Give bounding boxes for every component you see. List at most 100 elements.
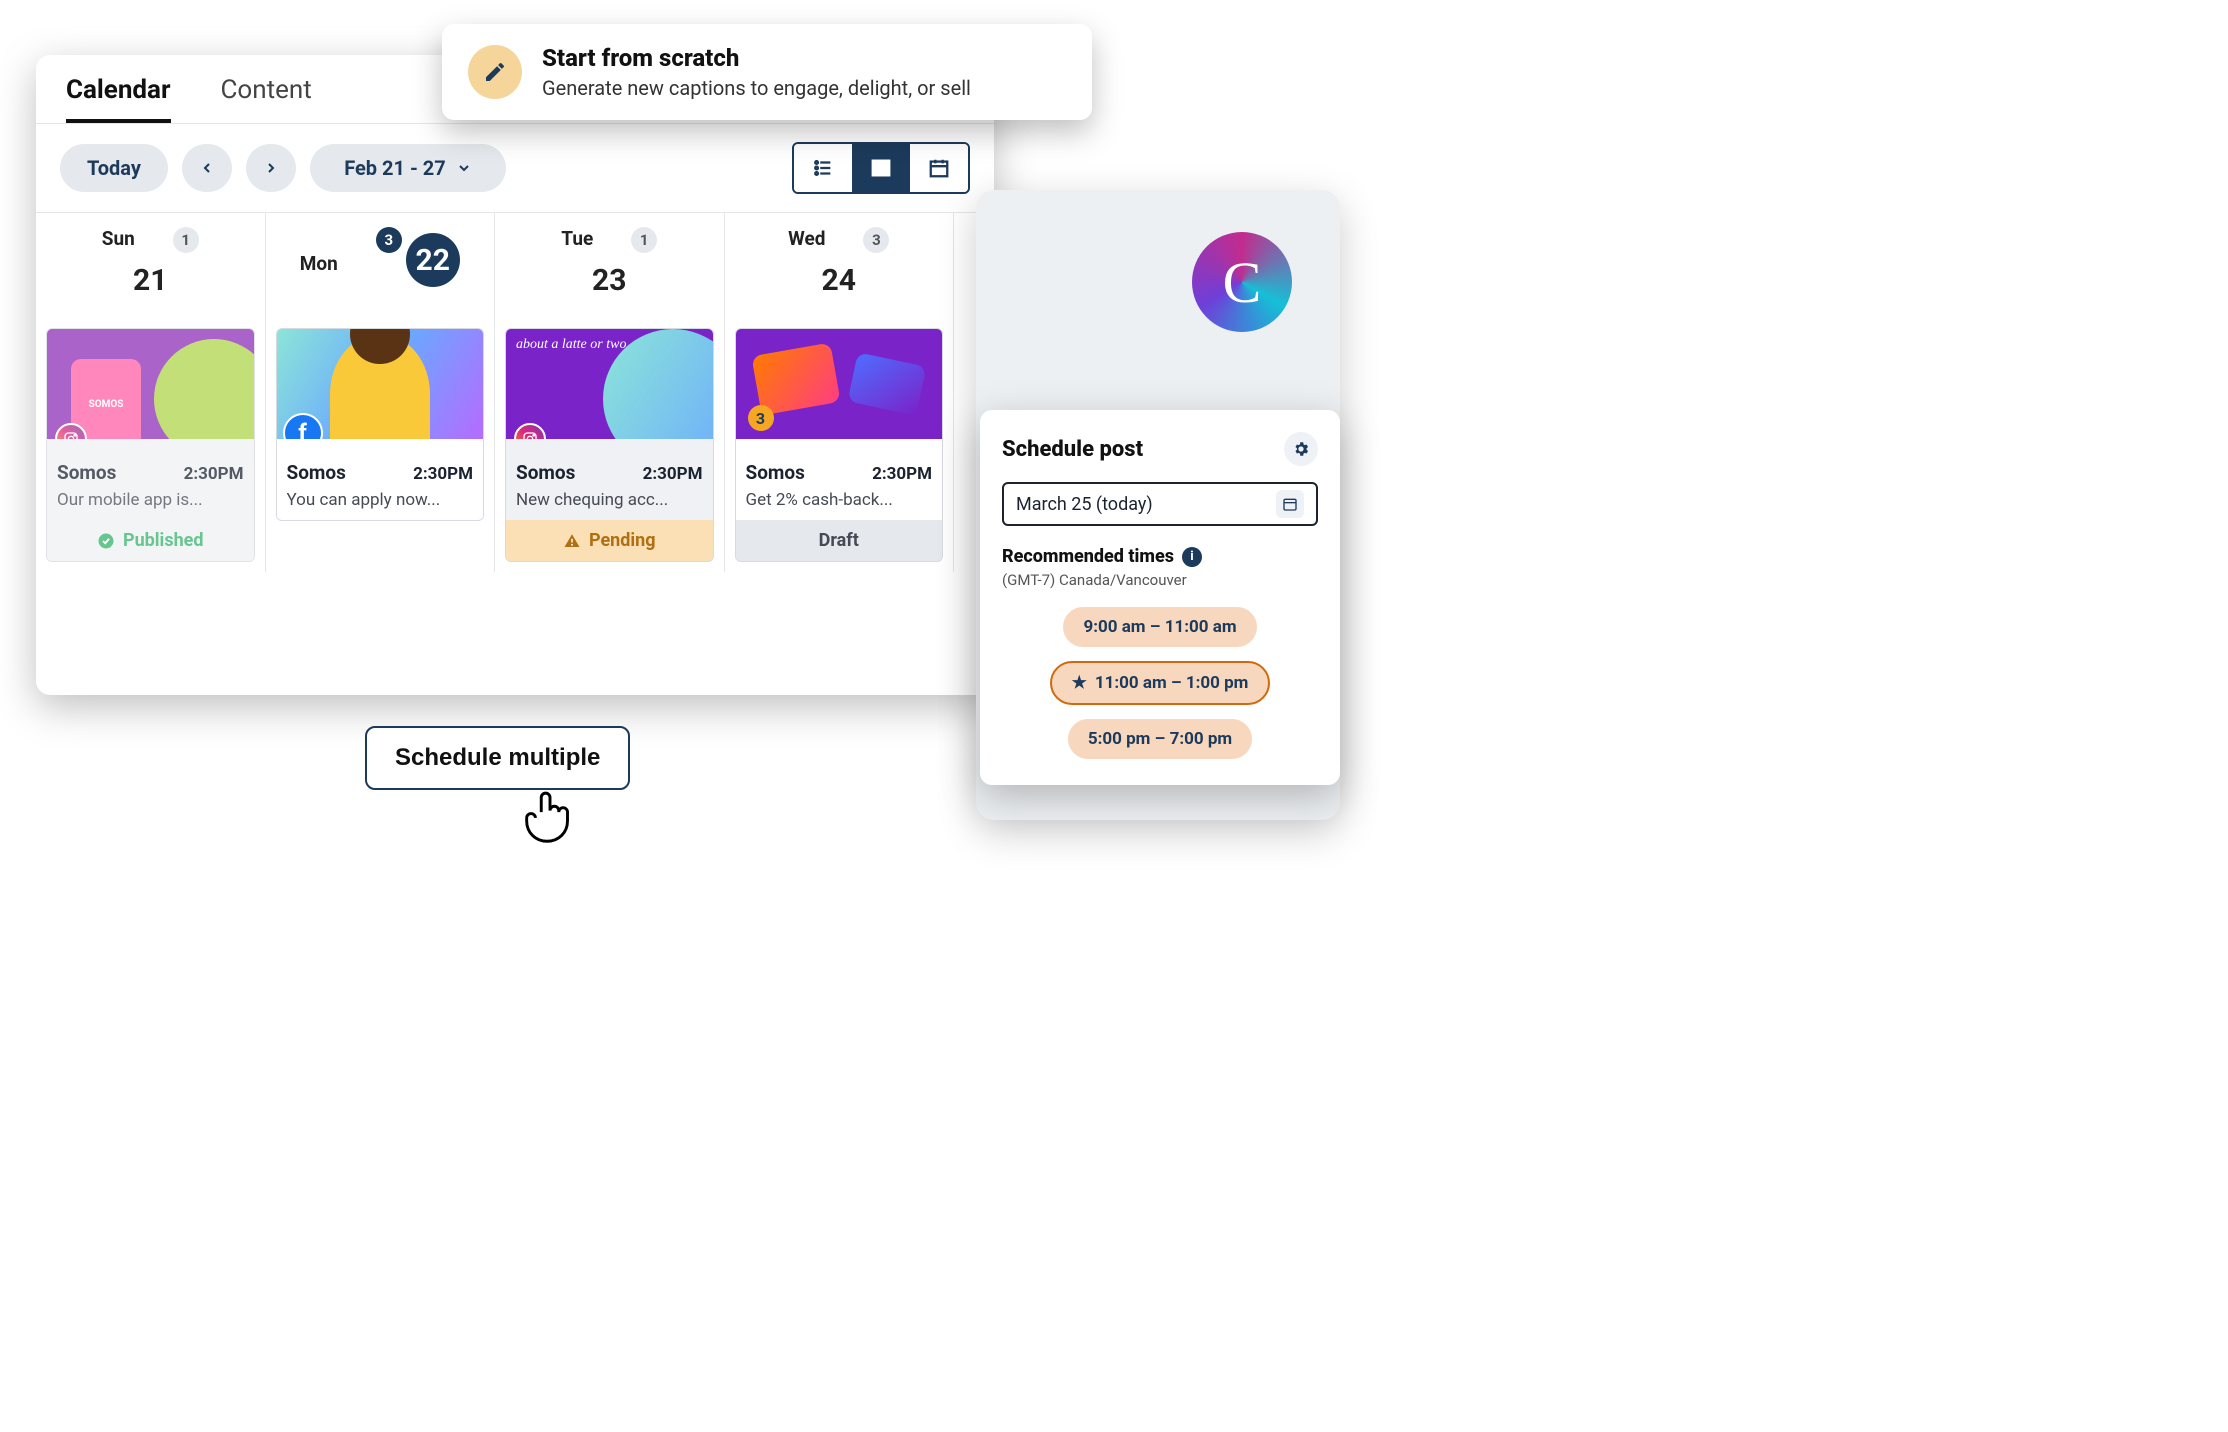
status-published: Published [47,520,254,561]
star-icon: ★ [1072,673,1087,693]
schedule-post-panel: Schedule post March 25 (today) Recommend… [980,410,1340,785]
multi-count-badge: 3 [748,405,774,431]
today-button[interactable]: Today [60,144,168,192]
post-body: Somos 2:30PM Get 2% cash-back... [736,439,943,520]
callout-subtitle: Generate new captions to engage, delight… [542,76,971,100]
schedule-date-value: March 25 (today) [1016,494,1153,515]
facebook-icon: f [283,413,323,439]
warning-icon [563,532,581,550]
instagram-icon [55,423,87,439]
post-card[interactable]: f Somos 2:30PM You can apply now... [276,328,485,521]
status-text: Pending [589,530,656,551]
chevron-left-icon [199,160,215,176]
post-col: Somos 2:30PM Our mobile app is... Publis… [36,318,266,572]
info-icon[interactable]: i [1182,547,1202,567]
tab-calendar[interactable]: Calendar [66,75,171,123]
posts-row: Somos 2:30PM Our mobile app is... Publis… [36,318,994,572]
next-button[interactable] [246,144,296,192]
post-body: Somos 2:30PM New chequing acc... [506,439,713,520]
cursor-hand-icon [515,780,585,850]
timezone-label: (GMT-7) Canada/Vancouver [1002,571,1318,589]
view-list-button[interactable] [794,144,852,192]
day-name: Tue [561,227,593,250]
instagram-icon [514,423,546,439]
status-text: Draft [819,530,859,551]
post-title: Somos [746,461,805,484]
recommended-times-label: Recommended times [1002,546,1174,567]
post-thumbnail: f [277,329,484,439]
check-circle-icon [97,532,115,550]
post-text: New chequing acc... [516,490,703,510]
chevron-down-icon [456,160,472,176]
tab-content[interactable]: Content [221,75,312,123]
calendar-icon [1282,496,1298,512]
day-name: Mon [300,252,338,275]
schedule-panel-title: Schedule post [1002,437,1143,462]
post-title: Somos [516,461,575,484]
post-thumbnail [47,329,254,439]
slot-label: 9:00 am – 11:00 am [1083,617,1236,637]
chevron-right-icon [263,160,279,176]
day-count-badge: 3 [376,227,402,253]
post-col: f Somos 2:30PM You can apply now... [266,318,496,572]
time-slot-recommended[interactable]: ★ 11:00 am – 1:00 pm [1050,661,1271,705]
calendar-picker-button[interactable] [1276,490,1304,518]
thumbnail-caption: about a latte or two. [516,337,630,354]
post-card[interactable]: 3 Somos 2:30PM Get 2% cash-back... Draft [735,328,944,562]
post-title: Somos [287,461,346,484]
status-text: Published [123,530,204,551]
slot-label: 11:00 am – 1:00 pm [1095,673,1249,693]
days-header: Sun 1 21 Mon 3 22 Tue 1 23 Wed 3 24 [36,212,994,318]
schedule-multiple-button[interactable]: Schedule multiple [365,726,630,790]
post-thumbnail: about a latte or two. [506,329,713,439]
time-slots: 9:00 am – 11:00 am ★ 11:00 am – 1:00 pm … [1002,607,1318,759]
day-count-badge: 1 [173,227,199,253]
post-time: 2:30PM [413,464,473,484]
day-col-wed[interactable]: Wed 3 24 [725,213,955,318]
view-month-button[interactable] [910,144,968,192]
time-slot[interactable]: 5:00 pm – 7:00 pm [1068,719,1252,759]
day-col-sun[interactable]: Sun 1 21 [36,213,266,318]
post-time: 2:30PM [184,464,244,484]
calendar-icon [928,157,950,179]
post-col: 3 Somos 2:30PM Get 2% cash-back... Draft [725,318,955,572]
post-title: Somos [57,461,116,484]
view-toggle [792,142,970,194]
post-text: You can apply now... [287,490,474,510]
calendar-panel: Calendar Content Today Feb 21 - 27 [36,55,994,695]
day-date: 21 [36,263,265,298]
post-text: Get 2% cash-back... [746,490,933,510]
day-date: 23 [495,263,724,298]
schedule-date-field[interactable]: March 25 (today) [1002,482,1318,526]
settings-button[interactable] [1284,432,1318,466]
post-card[interactable]: about a latte or two. Somos 2:30PM New c… [505,328,714,562]
toolbar: Today Feb 21 - 27 [36,124,994,212]
day-name: Sun [102,227,135,250]
day-date: 24 [725,263,954,298]
slot-label: 5:00 pm – 7:00 pm [1088,729,1232,749]
gear-icon [1292,440,1310,458]
prev-button[interactable] [182,144,232,192]
post-time: 2:30PM [872,464,932,484]
post-col: about a latte or two. Somos 2:30PM New c… [495,318,725,572]
time-slot[interactable]: 9:00 am – 11:00 am [1063,607,1256,647]
start-from-scratch-callout[interactable]: Start from scratch Generate new captions… [442,24,1092,120]
day-col-tue[interactable]: Tue 1 23 [495,213,725,318]
canva-logo: C [1192,232,1292,332]
day-count-badge: 3 [863,227,889,253]
post-thumbnail: 3 [736,329,943,439]
list-icon [812,157,834,179]
post-text: Our mobile app is... [57,490,244,510]
post-body: Somos 2:30PM You can apply now... [277,439,484,520]
status-pending: Pending [506,520,713,561]
post-card[interactable]: Somos 2:30PM Our mobile app is... Publis… [46,328,255,562]
post-body: Somos 2:30PM Our mobile app is... [47,439,254,520]
pencil-icon [468,45,522,99]
day-col-mon[interactable]: Mon 3 22 [266,213,496,318]
view-week-button[interactable] [852,144,910,192]
day-date: 22 [406,233,460,287]
day-count-badge: 1 [631,227,657,253]
date-range-button[interactable]: Feb 21 - 27 [310,144,506,192]
post-time: 2:30PM [643,464,703,484]
callout-title: Start from scratch [542,44,971,72]
